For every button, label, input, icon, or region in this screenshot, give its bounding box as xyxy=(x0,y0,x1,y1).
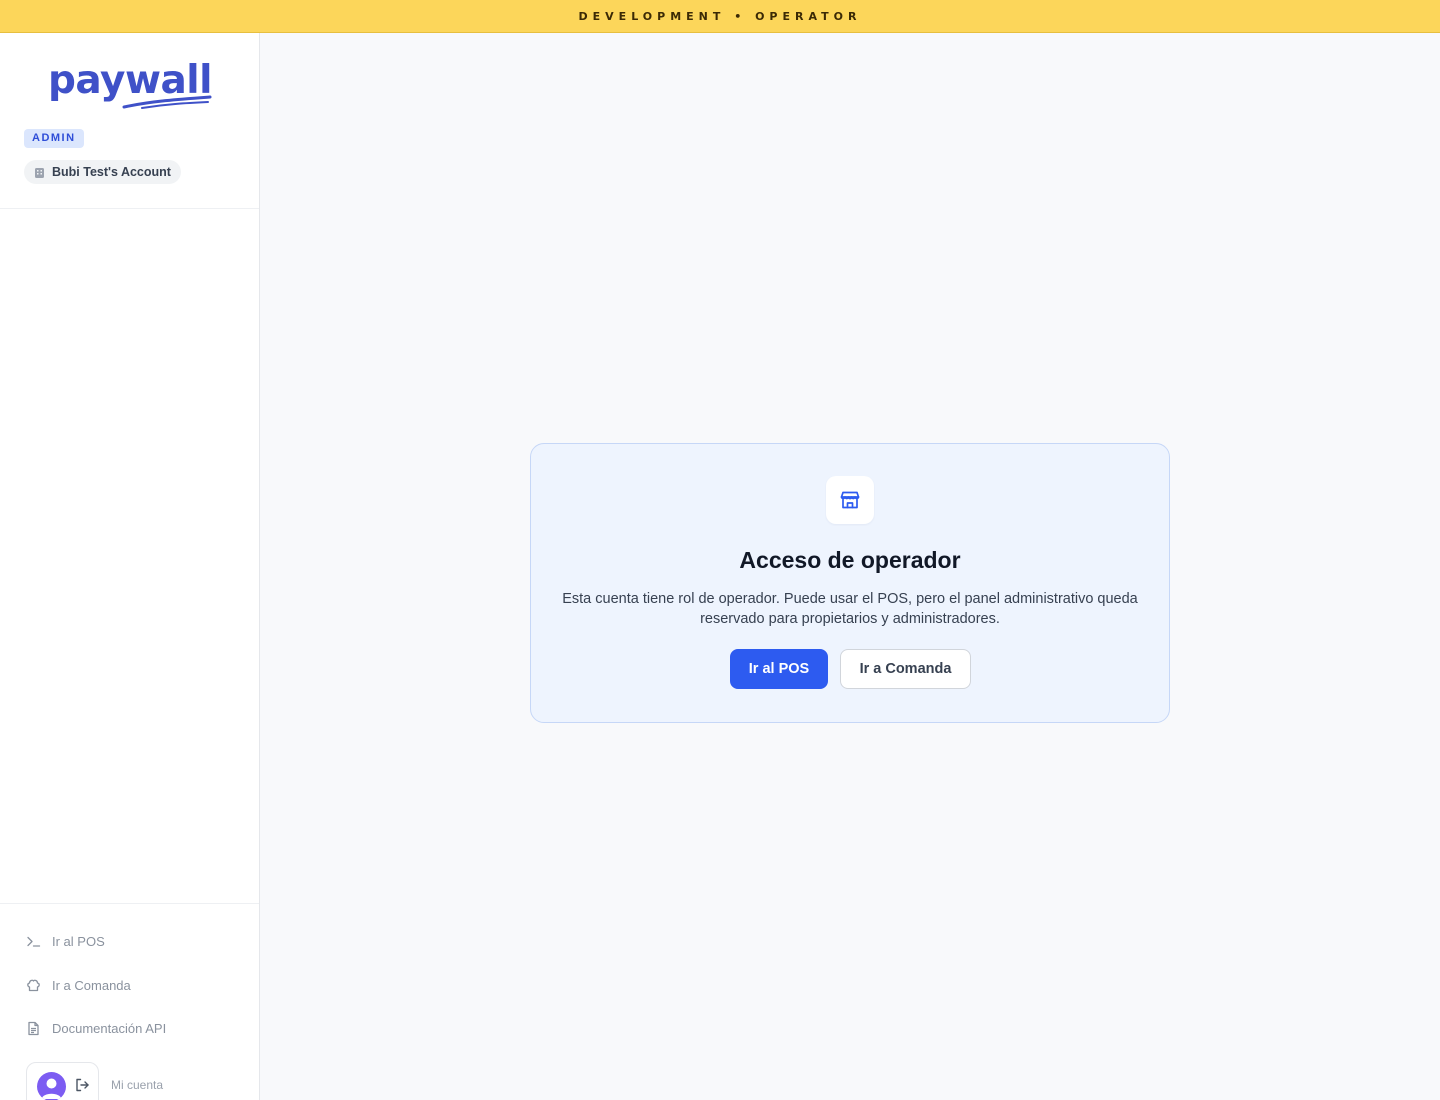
account-name: Bubi Test's Account xyxy=(52,165,171,179)
environment-banner: DEVELOPMENT • OPERATOR xyxy=(0,0,1440,33)
paywall-logo[interactable]: paywall xyxy=(48,59,213,115)
nav-item-api-docs[interactable]: Documentación API xyxy=(26,1017,166,1039)
card-description: Esta cuenta tiene rol de operador. Puede… xyxy=(562,591,1138,627)
building-icon xyxy=(33,166,46,179)
role-badge: ADMIN xyxy=(24,129,84,148)
sidebar-header: paywall ADMIN Bubi Test's Account xyxy=(0,33,259,209)
sidebar: paywall ADMIN Bubi Test's Account Ir al … xyxy=(0,33,260,1100)
card-title: Acceso de operador xyxy=(739,547,961,573)
logo-swoosh xyxy=(122,95,212,109)
nav-item-label: Ir al POS xyxy=(52,933,105,949)
my-account-label[interactable]: Mi cuenta xyxy=(111,1078,163,1092)
avatar[interactable] xyxy=(37,1072,66,1100)
nav-item-label: Documentación API xyxy=(52,1020,167,1036)
document-icon xyxy=(26,1021,41,1036)
terminal-icon xyxy=(26,934,41,949)
nav-item-pos[interactable]: Ir al POS xyxy=(26,930,105,952)
sidebar-footer: Ir al POS Ir a Comanda Documentación API xyxy=(0,903,259,1100)
logout-icon[interactable] xyxy=(74,1077,90,1093)
user-menu[interactable] xyxy=(26,1062,99,1100)
store-icon xyxy=(826,476,874,524)
go-to-comanda-button[interactable]: Ir a Comanda xyxy=(840,649,971,689)
account-switcher[interactable]: Bubi Test's Account xyxy=(24,160,181,184)
operator-access-card: Acceso de operador Esta cuenta tiene rol… xyxy=(530,443,1170,723)
go-to-pos-button[interactable]: Ir al POS xyxy=(730,649,828,689)
environment-label: DEVELOPMENT • OPERATOR xyxy=(578,9,862,23)
nav-item-label: Ir a Comanda xyxy=(52,977,131,993)
user-icon xyxy=(41,1078,62,1099)
chef-hat-icon xyxy=(26,978,41,993)
nav-item-comanda[interactable]: Ir a Comanda xyxy=(26,974,131,996)
